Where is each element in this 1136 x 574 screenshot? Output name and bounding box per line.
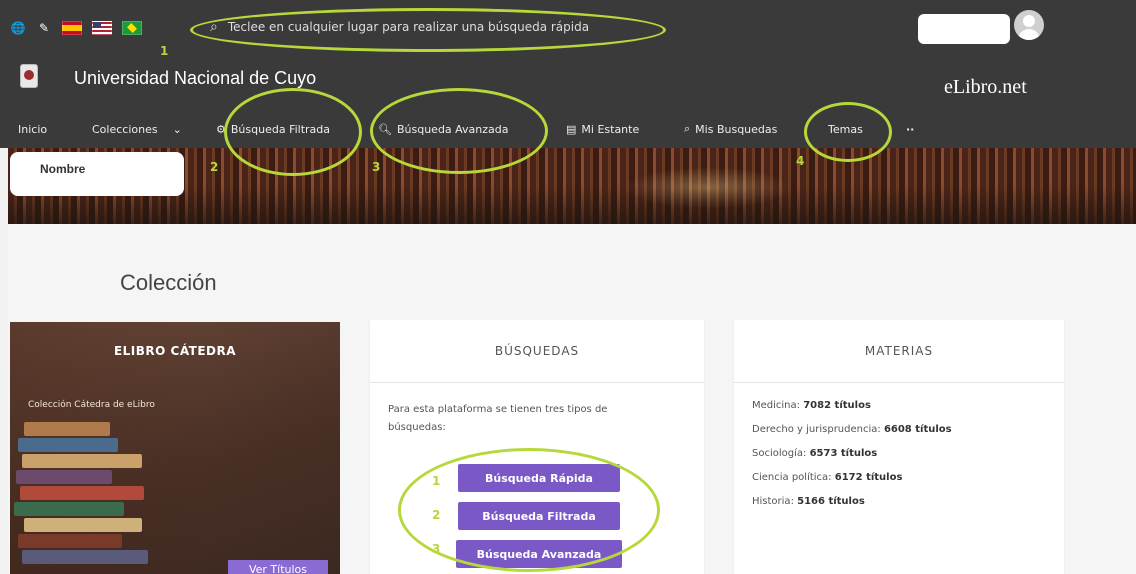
chevron-down-icon: ⌄ <box>172 122 182 136</box>
catedra-card[interactable]: ELIBRO CÁTEDRA Colección Cátedra de eLib… <box>10 322 340 574</box>
busqueda-filtrada-button[interactable]: Búsqueda Filtrada <box>458 502 620 530</box>
busqueda-rapida-button[interactable]: Búsqueda Rápida <box>458 464 620 492</box>
main-nav: Inicio Colecciones ⌄ ⚙ Búsqueda Filtrada… <box>0 116 1136 142</box>
ver-titulos-button[interactable]: Ver Títulos <box>228 560 328 574</box>
annotation-number-b1: 1 <box>432 474 441 488</box>
nav-busqueda-avanzada-label: Búsqueda Avanzada <box>396 122 509 136</box>
top-icons: 🌐 ✎ <box>10 20 142 36</box>
annotation-number-b2: 2 <box>432 508 441 522</box>
annotation-number-2: 2 <box>210 160 219 174</box>
nav-mis-busquedas-label: Mis Busquedas <box>695 122 778 136</box>
globe-icon[interactable]: 🌐 <box>10 20 26 36</box>
nav-inicio[interactable]: Inicio <box>18 116 47 142</box>
materia-name: Historia: <box>752 496 794 507</box>
materias-card: MATERIAS Medicina: 7082 títulos Derecho … <box>734 320 1064 574</box>
nav-temas[interactable]: Temas <box>828 116 863 142</box>
user-name-text: Nombre <box>40 162 86 176</box>
user-name-field[interactable] <box>918 14 1010 44</box>
nav-more[interactable]: ·· <box>906 116 914 142</box>
nav-temas-label: Temas <box>828 122 863 136</box>
search-icon: 🔍︎ <box>378 122 392 136</box>
busquedas-title: BÚSQUEDAS <box>370 320 704 383</box>
list-item[interactable]: Historia: 5166 títulos <box>752 493 1046 517</box>
avatar[interactable] <box>1014 10 1044 40</box>
materia-name: Sociología: <box>752 448 807 459</box>
nav-mi-estante-label: Mi Estante <box>581 122 640 136</box>
nav-inicio-label: Inicio <box>18 122 48 136</box>
spanish-flag-icon[interactable] <box>62 21 82 35</box>
pencil-icon[interactable]: ✎ <box>36 20 52 36</box>
search-icon: ⌕ <box>210 19 218 35</box>
catedra-title: ELIBRO CÁTEDRA <box>113 344 237 358</box>
materia-name: Ciencia política: <box>752 472 832 483</box>
quick-search-placeholder: Teclee en cualquier lugar para realizar … <box>227 20 590 34</box>
busquedas-card: BÚSQUEDAS Para esta plataforma se tienen… <box>370 320 704 574</box>
top-header: 🌐 ✎ ⌕ Teclee en cualquier lugar para rea… <box>0 0 1136 148</box>
page: 🌐 ✎ ⌕ Teclee en cualquier lugar para rea… <box>0 0 1136 574</box>
materia-name: Derecho y jurisprudencia: <box>752 424 881 435</box>
search-icon: ⌕ <box>684 122 691 135</box>
nav-busqueda-filtrada[interactable]: ⚙ Búsqueda Filtrada <box>216 116 330 142</box>
busqueda-avanzada-button[interactable]: Búsqueda Avanzada <box>456 540 622 568</box>
list-item[interactable]: Ciencia política: 6172 títulos <box>752 469 1046 493</box>
bookshelf-icon: ▤ <box>566 122 577 136</box>
user-name-label: Nombre <box>10 152 184 196</box>
materia-count: 6608 títulos <box>883 424 952 435</box>
list-item[interactable]: Sociología: 6573 títulos <box>752 445 1046 469</box>
list-item[interactable]: Derecho y jurisprudencia: 6608 títulos <box>752 421 1046 445</box>
materia-count: 7082 títulos <box>803 400 871 411</box>
annotation-number-3: 3 <box>372 160 381 174</box>
nav-busqueda-filtrada-label: Búsqueda Filtrada <box>230 122 331 136</box>
page-title: Colección <box>120 270 217 295</box>
nav-colecciones[interactable]: Colecciones ⌄ <box>92 116 182 142</box>
annotation-number-4: 4 <box>796 154 805 168</box>
annotation-number-1: 1 <box>160 44 169 58</box>
more-icon: ·· <box>906 122 915 136</box>
university-name: Universidad Nacional de Cuyo <box>74 68 317 88</box>
materia-name: Medicina: <box>752 400 801 411</box>
materias-title: MATERIAS <box>734 320 1064 383</box>
elibro-brand[interactable]: eLibro.net <box>944 76 1027 99</box>
nav-mi-estante[interactable]: ▤ Mi Estante <box>566 116 639 142</box>
materia-count: 6573 títulos <box>809 448 878 459</box>
nav-mis-busquedas[interactable]: ⌕ Mis Busquedas <box>684 116 777 142</box>
materia-count: 6172 títulos <box>834 472 903 483</box>
nav-busqueda-avanzada[interactable]: 🔍︎ Búsqueda Avanzada <box>378 116 509 142</box>
materia-count: 5166 títulos <box>797 496 865 507</box>
annotation-number-b3: 3 <box>432 542 441 556</box>
books-illustration <box>10 408 150 574</box>
english-flag-icon[interactable] <box>92 21 112 35</box>
materias-list: Medicina: 7082 títulos Derecho y jurispr… <box>734 383 1064 529</box>
university-logo <box>20 64 38 88</box>
filter-icon: ⚙ <box>216 122 226 136</box>
portuguese-flag-icon[interactable] <box>122 21 142 35</box>
quick-search-bar[interactable]: ⌕ Teclee en cualquier lugar para realiza… <box>210 16 660 38</box>
busquedas-text: Para esta plataforma se tienen tres tipo… <box>388 404 608 433</box>
list-item[interactable]: Medicina: 7082 títulos <box>752 397 1046 421</box>
nav-colecciones-label: Colecciones <box>92 122 158 136</box>
